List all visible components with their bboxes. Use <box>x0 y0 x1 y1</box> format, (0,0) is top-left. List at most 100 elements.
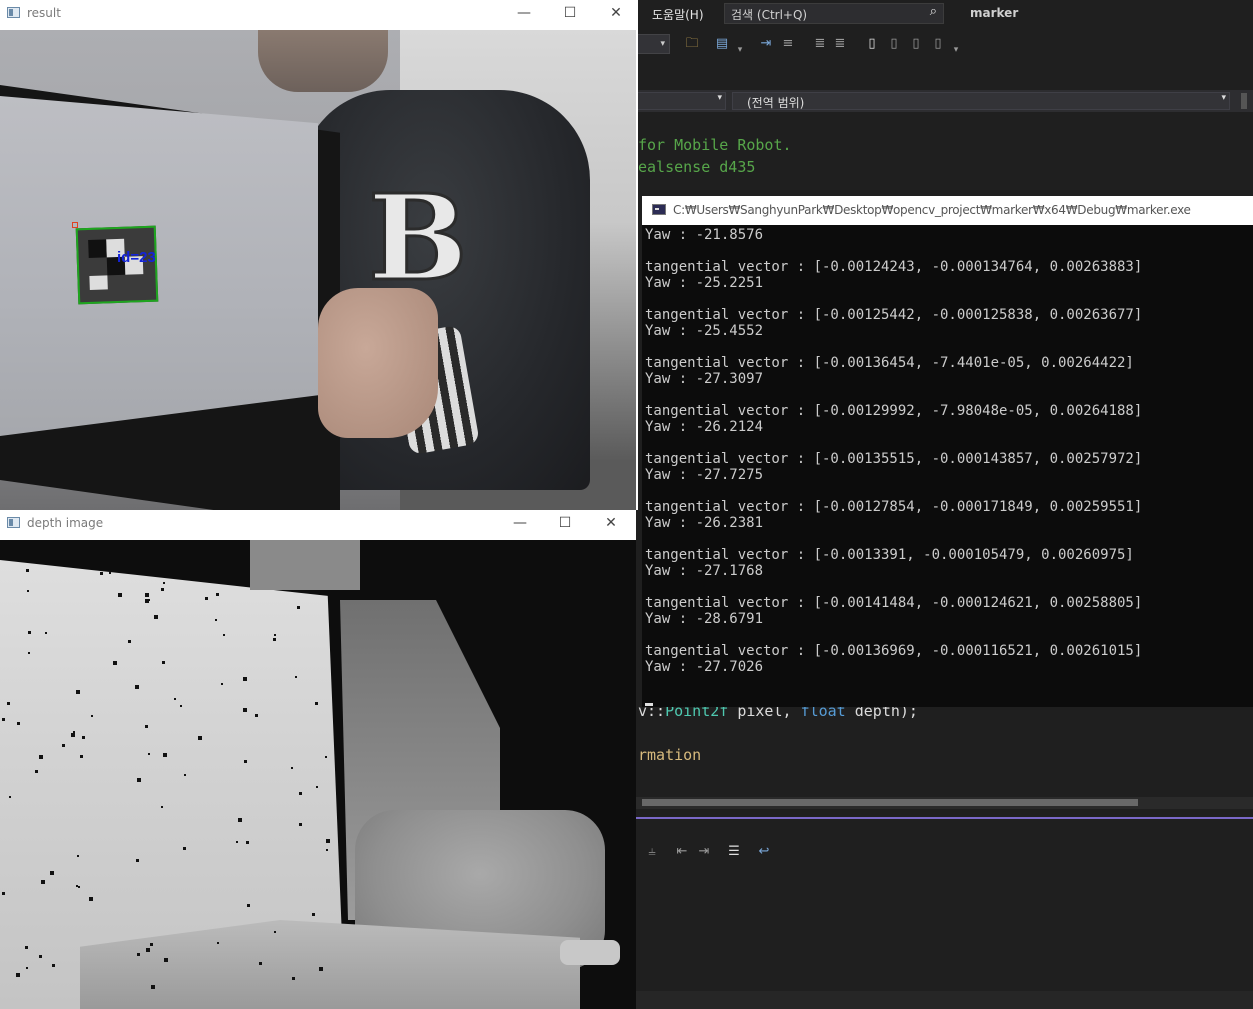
depth-noise-speck <box>215 619 217 621</box>
console-yaw-line: Yaw : -26.2124 <box>645 419 764 435</box>
depth-window[interactable]: depth image — ☐ ✕ <box>0 510 636 1009</box>
depth-noise-speck <box>109 572 111 574</box>
console-yaw-line: Yaw : -25.2251 <box>645 275 764 291</box>
bookmark-next-icon[interactable]: ▯ <box>908 36 924 52</box>
depth-titlebar[interactable]: depth image — ☐ ✕ <box>0 510 636 537</box>
columns-icon[interactable]: ≡ <box>780 36 796 52</box>
depth-noise-speck <box>198 736 202 740</box>
console-yaw-line: Yaw : -28.6791 <box>645 611 764 627</box>
close-button[interactable]: ✕ <box>601 513 621 533</box>
depth-noise-speck <box>184 774 186 776</box>
code-line: rmation <box>638 746 702 764</box>
project-name: marker <box>970 6 1019 20</box>
split-handle[interactable] <box>1241 93 1247 109</box>
maximize-button[interactable]: ☐ <box>560 3 580 23</box>
depth-noise-speck <box>76 885 78 887</box>
depth-noise-speck <box>205 597 208 600</box>
console-title: C:₩Users₩SanghyunPark₩Desktop₩opencv_pro… <box>673 203 1191 217</box>
depth-noise-speck <box>243 677 247 681</box>
bookmark-prev-icon[interactable]: ▯ <box>886 36 902 52</box>
chevron-down-icon: ▾ <box>717 93 722 103</box>
depth-noise-speck <box>161 588 164 591</box>
result-window[interactable]: result — ☐ ✕ B id=23 <box>0 0 638 510</box>
bookmark-icon[interactable]: ▯ <box>864 36 880 52</box>
depth-noise-speck <box>154 615 158 619</box>
depth-noise-speck <box>82 736 85 739</box>
maximize-button[interactable]: ☐ <box>555 513 575 533</box>
window-layout-icon[interactable]: ▤ <box>714 36 730 52</box>
align-left-icon[interactable]: ⫨ <box>644 844 660 860</box>
close-button[interactable]: ✕ <box>606 3 626 23</box>
depth-noise-speck <box>295 676 297 678</box>
depth-noise-speck <box>71 733 75 737</box>
indent-icon[interactable]: ⇥ <box>696 844 712 860</box>
console-output[interactable]: Yaw : -21.8576 tangential vector : [-0.0… <box>645 225 1250 706</box>
config-dropdown[interactable]: ▾ <box>636 34 670 54</box>
uncomment-icon[interactable]: ≣ <box>832 36 848 52</box>
console-yaw-line: Yaw : -27.1768 <box>645 563 764 579</box>
depth-noise-speck <box>28 652 30 654</box>
minimize-button[interactable]: — <box>510 513 530 533</box>
depth-noise-speck <box>50 871 54 875</box>
file-scope-dropdown[interactable]: ▾ <box>636 92 726 110</box>
bookmark-clear-icon[interactable]: ▯ <box>930 36 946 52</box>
open-folder-icon[interactable]: 🗀 <box>684 36 700 52</box>
console-yaw-line: Yaw : -25.4552 <box>645 323 764 339</box>
depth-noise-speck <box>27 590 29 592</box>
minimize-button[interactable]: — <box>514 3 534 23</box>
depth-noise-speck <box>16 973 20 977</box>
depth-noise-speck <box>163 753 167 757</box>
console-window[interactable]: C:₩Users₩SanghyunPark₩Desktop₩opencv_pro… <box>642 196 1253 707</box>
depth-noise-speck <box>26 967 28 969</box>
depth-noise-speck <box>145 593 149 597</box>
depth-noise-speck <box>217 942 219 944</box>
camera-image: B id=23 <box>0 30 636 510</box>
ide-menubar: 도움말(H) 검색 (Ctrl+Q) ⌕ marker <box>636 0 1253 27</box>
search-placeholder[interactable]: 검색 (Ctrl+Q) <box>731 6 807 23</box>
depth-noise-speck <box>137 778 141 782</box>
console-titlebar[interactable]: C:₩Users₩SanghyunPark₩Desktop₩opencv_pro… <box>642 196 1253 225</box>
depth-noise-speck <box>161 806 163 808</box>
depth-noise-speck <box>326 839 330 843</box>
depth-noise-speck <box>319 967 323 971</box>
menu-help[interactable]: 도움말(H) <box>652 6 704 23</box>
depth-noise-speck <box>7 702 10 705</box>
depth-noise-speck <box>174 698 176 700</box>
code-comment-line: for Mobile Robot. <box>638 136 792 154</box>
depth-noise-speck <box>292 977 295 980</box>
chevron-down-icon[interactable]: ▾ <box>948 42 964 58</box>
global-scope-dropdown[interactable]: (전역 범위) ▾ <box>732 92 1230 110</box>
search-icon[interactable]: ⌕ <box>930 4 937 19</box>
depth-noise-speck <box>76 690 80 694</box>
result-title: result <box>27 6 61 20</box>
horizontal-scrollbar[interactable] <box>636 797 1253 809</box>
depth-noise-speck <box>28 631 31 634</box>
depth-noise-speck <box>259 962 262 965</box>
depth-noise-speck <box>35 770 38 773</box>
depth-noise-speck <box>162 661 165 664</box>
depth-noise-speck <box>164 958 168 962</box>
chevron-down-icon[interactable]: ▾ <box>732 42 748 58</box>
depth-noise-speck <box>45 632 47 634</box>
depth-noise-speck <box>80 755 83 758</box>
depth-noise-speck <box>100 572 103 575</box>
word-wrap-icon[interactable]: ↩ <box>756 844 772 860</box>
console-vector-line: tangential vector : [-0.00135515, -0.000… <box>645 451 1143 467</box>
comment-icon[interactable]: ≣ <box>812 36 828 52</box>
depth-noise-speck <box>9 796 11 798</box>
depth-noise-speck <box>299 823 302 826</box>
indent-icon[interactable]: ⇥ <box>758 36 774 52</box>
depth-noise-speck <box>136 859 139 862</box>
depth-noise-speck <box>77 855 79 857</box>
result-titlebar[interactable]: result — ☐ ✕ <box>0 0 638 27</box>
scrollbar-thumb[interactable] <box>642 799 1138 806</box>
search-box[interactable]: 검색 (Ctrl+Q) ⌕ <box>724 3 944 24</box>
depth-region-person <box>250 540 360 590</box>
depth-noise-speck <box>221 683 223 685</box>
console-vector-line: tangential vector : [-0.0013391, -0.0001… <box>645 547 1134 563</box>
window-app-icon <box>7 517 20 528</box>
scope-label: (전역 범위) <box>747 96 805 110</box>
clear-all-icon[interactable]: ☰ <box>726 844 742 860</box>
outdent-icon[interactable]: ⇤ <box>674 844 690 860</box>
ide-toolbar: ▾ 🗀 ▤ ▾ ⇥ ≡ ≣ ≣ ▯ ▯ ▯ ▯ ▾ <box>636 30 1253 60</box>
